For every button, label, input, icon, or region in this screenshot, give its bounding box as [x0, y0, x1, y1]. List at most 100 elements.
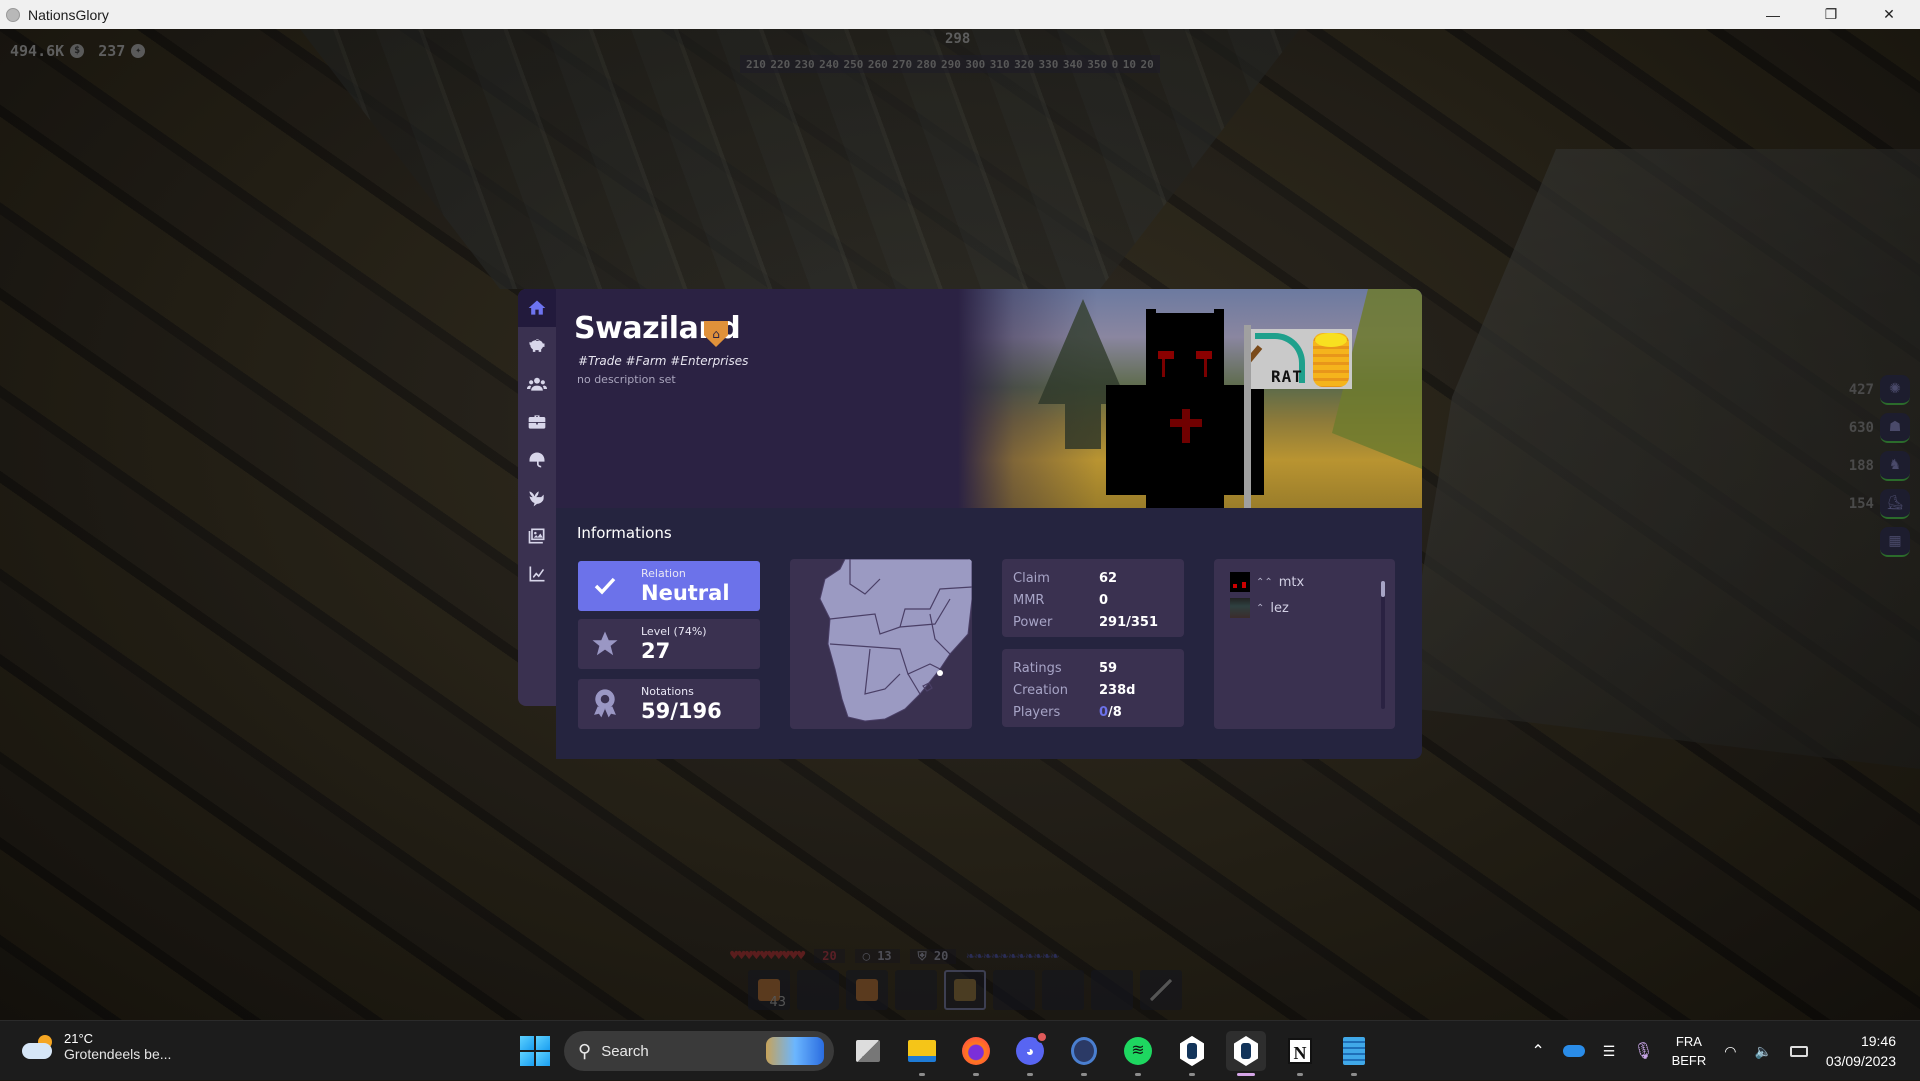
star-icon [590, 629, 620, 659]
hotbar-slot[interactable] [1140, 970, 1182, 1010]
hotbar-slot[interactable] [895, 970, 937, 1010]
rank-chevrons-icon: ⌃⌃ [1256, 576, 1273, 588]
taskbar-app-firefox[interactable] [956, 1031, 996, 1076]
skin-body [1146, 383, 1224, 508]
sidebar-item-military[interactable] [518, 441, 556, 479]
skin-tear [1162, 359, 1165, 377]
taskbar-app-nationsglory-launcher[interactable] [1172, 1031, 1212, 1076]
member-item[interactable]: ⌃ lez [1230, 598, 1289, 618]
compass-tick: 340 [1062, 57, 1083, 71]
app-circle-icon [1071, 1037, 1097, 1065]
sidebar-item-economy[interactable] [518, 327, 556, 365]
level-value: 27 [641, 639, 671, 663]
clock-time: 19:46 [1860, 1033, 1896, 1049]
onedrive-icon[interactable] [1562, 1045, 1585, 1057]
member-name: lez [1270, 600, 1289, 616]
taskbar-app-file-explorer[interactable] [902, 1031, 942, 1076]
task-view-button[interactable] [848, 1031, 888, 1071]
compass-tick: 250 [843, 57, 864, 71]
member-avatar [1230, 572, 1250, 592]
language-indicator[interactable]: FRA BEFR [1672, 1032, 1707, 1070]
sidebar-item-home[interactable] [518, 289, 556, 327]
country-flag: RAT [1251, 329, 1352, 389]
folder-icon [908, 1040, 936, 1062]
sidebar-item-gallery[interactable] [518, 517, 556, 555]
sword-icon [1150, 979, 1172, 1001]
hotbar-slot[interactable] [1042, 970, 1084, 1010]
taskbar-app-nationsglory[interactable] [1226, 1031, 1266, 1076]
hotbar[interactable]: 43 [748, 970, 1182, 1010]
southern-africa-map [819, 559, 972, 722]
magic-icon: ✺ [1880, 375, 1910, 405]
stat-row-claim: Claim 62 [1013, 567, 1173, 589]
hotbar-slot[interactable] [993, 970, 1035, 1010]
minimize-button[interactable]: — [1744, 0, 1802, 29]
compass-tick: 20 [1140, 57, 1154, 71]
hud-stat-value: 427 [1848, 382, 1874, 398]
member-avatar [1230, 598, 1250, 618]
close-window-button[interactable]: ✕ [1860, 0, 1918, 29]
taskbar-app-spotify[interactable]: ≋ [1118, 1031, 1158, 1076]
start-button[interactable] [520, 1036, 550, 1066]
oak-log-icon [954, 979, 976, 1001]
compass-tick: 280 [916, 57, 937, 71]
mob-icon: ☗ [1880, 413, 1910, 443]
taskbar-apps: ⚲ Search ◕ ≋ N [520, 1029, 1374, 1076]
hotbar-slot[interactable] [944, 970, 986, 1010]
territory-map[interactable] [790, 559, 972, 729]
member-item[interactable]: ⌃⌃ mtx [1230, 572, 1304, 592]
taskbar-app-circle[interactable] [1064, 1031, 1104, 1076]
hotbar-slot[interactable] [1091, 970, 1133, 1010]
country-tags: #Trade #Farm #Enterprises [578, 354, 749, 368]
scrollbar-thumb[interactable] [1381, 581, 1385, 597]
sidebar-item-enterprises[interactable] [518, 403, 556, 441]
hotbar-slot[interactable] [797, 970, 839, 1010]
search-box[interactable]: ⚲ Search [564, 1031, 834, 1071]
member-name: mtx [1278, 574, 1305, 590]
clock[interactable]: 19:46 03/09/2023 [1826, 1031, 1896, 1071]
notification-icon[interactable]: ☰ [1603, 1043, 1616, 1060]
sidebar-item-diplomacy[interactable] [518, 479, 556, 517]
award-ribbon-icon [590, 689, 620, 719]
skin-tear [1204, 359, 1207, 377]
hud-stat-row: 154 ⛸ [1849, 489, 1910, 519]
horse-icon: ♞ [1880, 451, 1910, 481]
hotbar-slot[interactable]: 43 [748, 970, 790, 1010]
health-hearts: ♥♥♥♥♥♥♥♥♥♥ [730, 948, 805, 964]
windows-taskbar: 21°C Grotendeels be... ⚲ Search ◕ ≋ N ⌃ … [0, 1020, 1920, 1080]
leader-skin [1106, 309, 1264, 508]
weather-widget[interactable]: 21°C Grotendeels be... [22, 1031, 171, 1062]
attack-stat: ⛨ 20 [909, 948, 957, 964]
app-globe-icon [6, 7, 20, 22]
flag-pole [1244, 325, 1251, 508]
sidebar-item-stats[interactable] [518, 555, 556, 593]
taskbar-app-discord[interactable]: ◕ [1010, 1031, 1050, 1076]
attack-value: 20 [933, 948, 949, 963]
relation-card[interactable]: Relation Neutral [578, 561, 760, 611]
check-icon [590, 571, 620, 601]
maximize-button[interactable]: ❐ [1802, 0, 1860, 29]
show-hidden-icons-button[interactable]: ⌃ [1531, 1041, 1544, 1061]
country-banner: RAT [958, 289, 1422, 508]
members-scrollbar[interactable] [1381, 581, 1385, 709]
wifi-icon[interactable]: ◠ [1724, 1043, 1736, 1060]
stat-key: Players [1013, 704, 1061, 720]
dollar-coin-icon: $ [70, 44, 85, 58]
stat-value: 59 [1099, 660, 1118, 676]
compass-tick: 260 [867, 57, 888, 71]
stat-key: Power [1013, 614, 1053, 630]
sidebar-item-members[interactable] [518, 365, 556, 403]
star-coin-icon: ✦ [131, 44, 146, 58]
hotbar-slot[interactable] [846, 970, 888, 1010]
taskbar-app-notepad[interactable] [1334, 1031, 1374, 1076]
notepad-icon [1343, 1037, 1365, 1065]
helmet-icon [529, 452, 545, 468]
microphone-icon[interactable]: 🎙 [1633, 1041, 1653, 1061]
nationsglory-icon [1234, 1036, 1258, 1066]
stat-row-ratings: Ratings 59 [1013, 657, 1173, 679]
battery-icon[interactable] [1789, 1045, 1808, 1057]
compass-bar: 210 220 230 240 250 260 270 280 290 300 310 320 330 3… [740, 55, 1160, 73]
taskbar-app-notion[interactable]: N [1280, 1031, 1320, 1076]
volume-icon[interactable]: 🔈 [1754, 1043, 1771, 1060]
hud-stat-row: 188 ♞ [1849, 451, 1910, 481]
